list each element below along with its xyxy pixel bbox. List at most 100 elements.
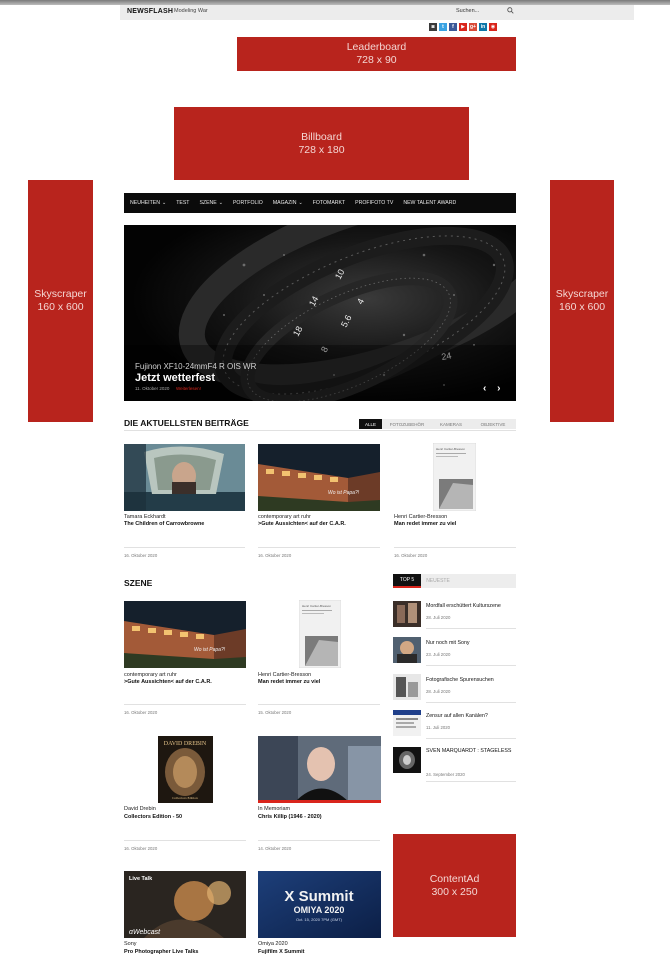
top5-date: 11. Juli 2020: [426, 725, 451, 730]
skyscraper-right-ad-name: Skyscraper: [555, 288, 609, 300]
item-divider: [394, 547, 516, 548]
latest-filter-tabs: ALLE FOTOZUBEHÖR KAMERAS OBJEKTIVE: [359, 419, 516, 429]
article-date: 16. Oktober 2020: [394, 553, 428, 558]
article-title[interactable]: Fujifilm X Summit: [258, 949, 304, 955]
article-category: Henri Cartier-Bresson: [394, 514, 448, 520]
article-thumbnail[interactable]: Live Talk αWebcast: [124, 871, 246, 938]
top5-title[interactable]: Zensur auf allen Kanälen?: [426, 712, 514, 721]
hero-read-more-link[interactable]: Weiterlesen!: [176, 386, 201, 391]
skyscraper-left-ad[interactable]: Skyscraper 160 x 600: [28, 180, 93, 422]
article-title[interactable]: Collectors Edition - 50: [124, 814, 182, 820]
nav-label: PROFIFOTO TV: [355, 200, 394, 206]
hero-date: 11. Oktober 2020: [135, 386, 170, 391]
nav-item-magazin[interactable]: MAGAZIN ⌄: [273, 200, 303, 206]
thumb-caption: X Summit: [284, 888, 353, 905]
nav-label: TEST: [176, 200, 190, 206]
article-thumbnail[interactable]: Wo ist Papa?!: [124, 601, 246, 668]
building-photo: Wo ist Papa?!: [258, 444, 380, 511]
slider-arrows[interactable]: ‹ ›: [483, 383, 504, 394]
thumb-caption: αWebcast: [129, 929, 161, 936]
nav-item-portfolio[interactable]: PORTFOLIO: [233, 200, 263, 206]
nav-item-fotomarkt[interactable]: FOTOMARKT: [313, 200, 345, 206]
hero-subtitle[interactable]: Fujinon XF10-24mmF4 R OIS WR: [135, 362, 256, 371]
billboard-ad-size: 728 x 180: [298, 143, 345, 156]
chevron-down-icon: ⌄: [298, 200, 303, 206]
book-cover-photo: Henri Cartier-Bresson: [433, 443, 476, 511]
building-photo: Wo ist Papa?!: [124, 601, 246, 668]
top5-title[interactable]: SVEN MARQUARDT : STAGELESS: [426, 747, 514, 756]
leaderboard-ad[interactable]: Leaderboard 728 x 90: [237, 37, 516, 71]
nav-item-new-talent-award[interactable]: NEW TALENT AWARD: [403, 200, 456, 206]
article-thumbnail[interactable]: DAVID DREBIN Collectors Edition: [158, 736, 213, 803]
article-thumbnail[interactable]: X Summit OMIYA 2020 Oct. 15, 2020 7PM (G…: [258, 871, 381, 938]
section-divider: [124, 430, 516, 431]
article-title[interactable]: The Children of Carrowbrowne: [124, 521, 204, 527]
tab-top5[interactable]: TOP 5: [393, 574, 421, 588]
skyscraper-right-ad-size: 160 x 600: [558, 301, 606, 313]
top5-thumbnail: [393, 637, 421, 663]
tab-neueste[interactable]: NEUESTE: [421, 574, 455, 588]
skyscraper-right-ad[interactable]: Skyscraper 160 x 600: [550, 180, 614, 422]
billboard-ad[interactable]: Billboard 728 x 180: [174, 107, 469, 180]
item-divider: [258, 547, 380, 548]
book-text: Henri Cartier-Bresson: [436, 447, 465, 451]
leaderboard-ad-name: Leaderboard: [346, 41, 407, 53]
article-category: Henri Cartier-Bresson: [258, 672, 312, 678]
item-divider: [426, 628, 516, 629]
nav-label: NEW TALENT AWARD: [403, 200, 457, 206]
article-title[interactable]: Man redet immer zu viel: [258, 679, 320, 685]
top5-title[interactable]: Fotografische Spurensuchen: [426, 676, 514, 685]
googleplus-icon[interactable]: g+: [469, 23, 477, 31]
content-ad-name: ContentAd: [429, 872, 480, 885]
article-title[interactable]: Pro Photographer Live Talks: [124, 949, 198, 955]
site-tagline[interactable]: Modeling War: [174, 8, 208, 14]
article-category: Sony: [124, 941, 137, 947]
article-thumbnail[interactable]: Henri Cartier-Bresson: [433, 443, 476, 511]
tab-alle[interactable]: ALLE: [359, 419, 382, 429]
nav-item-profifoto-tv[interactable]: PROFIFOTO TV: [355, 200, 393, 206]
article-category: Omiya 2020: [258, 941, 288, 947]
article-thumbnail[interactable]: [258, 736, 381, 803]
site-brand[interactable]: NEWSFLASH: [127, 8, 173, 15]
search-input[interactable]: Suchen...: [456, 8, 479, 14]
tab-objektive[interactable]: OBJEKTIVE: [470, 419, 516, 429]
article-thumbnail[interactable]: [124, 444, 245, 511]
item-divider: [426, 665, 516, 666]
article-title[interactable]: Man redet immer zu viel: [394, 521, 456, 527]
search-icon[interactable]: [507, 7, 514, 14]
twitter-icon[interactable]: t: [439, 23, 447, 31]
top5-item[interactable]: SVEN MARQUARDT : STAGELESS 24. September…: [393, 747, 516, 783]
article-title[interactable]: Chris Killip (1946 - 2020): [258, 814, 322, 820]
linkedin-icon[interactable]: in: [479, 23, 487, 31]
nav-label: SZENE: [199, 200, 217, 206]
facebook-icon[interactable]: f: [449, 23, 457, 31]
item-divider: [258, 840, 380, 841]
hero-title[interactable]: Jetzt wetterfest: [135, 372, 215, 384]
rss-icon[interactable]: ◉: [489, 23, 497, 31]
article-date: 16. Oktober 2020: [258, 553, 292, 558]
article-category: In Memoriam: [258, 806, 291, 812]
top5-date: 24. September 2020: [426, 772, 465, 777]
youtube-icon[interactable]: ▶: [459, 23, 467, 31]
top5-title[interactable]: Mordfall erschüttert Kulturszene: [426, 602, 514, 611]
article-title[interactable]: >Gute Aussichten< auf der C.A.R.: [258, 521, 346, 527]
article-date: 16. Oktober 2020: [124, 710, 158, 715]
article-title[interactable]: >Gute Aussichten< auf der C.A.R.: [124, 679, 212, 685]
article-thumbnail[interactable]: Henri Cartier-Bresson: [299, 600, 341, 668]
tab-kameras[interactable]: KAMERAS: [432, 419, 470, 429]
drebin-book-photo: DAVID DREBIN Collectors Edition: [158, 736, 213, 803]
nav-item-szene[interactable]: SZENE ⌄: [199, 200, 223, 206]
top5-thumbnail: [393, 674, 421, 700]
book-cover-photo: Henri Cartier-Bresson: [299, 600, 341, 668]
top5-thumbnail: [393, 747, 421, 773]
camera-icon[interactable]: ◙: [429, 23, 437, 31]
nav-item-test[interactable]: TEST: [176, 200, 189, 206]
article-thumbnail[interactable]: Wo ist Papa?!: [258, 444, 380, 511]
article-date: 15. Oktober 2020: [258, 710, 292, 715]
tab-fotozubehoer[interactable]: FOTOZUBEHÖR: [382, 419, 432, 429]
top5-thumbnail: [393, 601, 421, 627]
content-ad[interactable]: ContentAd 300 x 250: [393, 834, 516, 937]
nav-item-neuheiten[interactable]: NEUHEITEN ⌄: [130, 200, 166, 206]
item-divider: [426, 781, 516, 782]
top5-title[interactable]: Nur noch mit Sony: [426, 639, 514, 648]
